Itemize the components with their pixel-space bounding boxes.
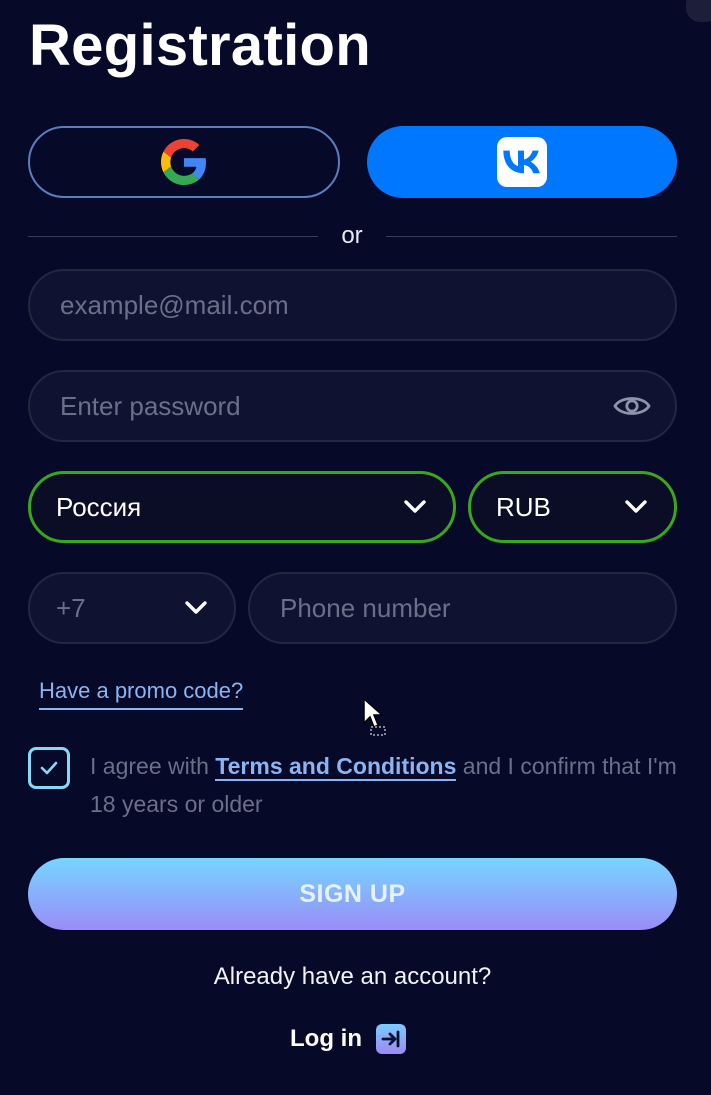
terms-agreement-text: I agree with Terms and Conditions and I … [90,747,680,823]
password-field[interactable] [60,372,613,440]
phone-number-field[interactable] [280,574,645,642]
login-link[interactable]: Log in [290,1022,406,1056]
mouse-cursor-icon [363,697,386,736]
phone-field-wrapper [248,572,677,644]
chevron-down-icon [625,500,647,513]
eye-icon[interactable] [613,393,651,419]
chevron-down-icon [185,601,207,614]
promo-code-link[interactable]: Have a promo code? [39,676,244,710]
phone-code-value: +7 [56,592,86,623]
divider-line-right [386,236,677,237]
currency-select-value: RUB [496,491,551,522]
page-title: Registration [29,13,371,78]
login-arrow-icon [375,1024,406,1054]
password-field-wrapper [28,370,677,442]
sign-up-button[interactable]: SIGN UP [28,858,677,930]
check-icon [40,761,58,775]
login-prompt: Already have an account? [213,963,492,990]
vk-signin-button[interactable] [367,126,677,198]
divider-line-left [28,236,318,237]
terms-text-before: I agree with [90,753,216,779]
email-field[interactable] [60,271,645,339]
divider-or: or [341,222,363,249]
google-logo-icon [161,139,207,185]
currency-select[interactable]: RUB [468,471,677,543]
login-label: Log in [290,1025,362,1052]
country-select-value: Россия [56,491,142,522]
terms-checkbox[interactable] [28,747,70,789]
corner-close-tab[interactable] [686,0,711,22]
phone-code-select[interactable]: +7 [28,572,236,644]
terms-link[interactable]: Terms and Conditions [215,753,457,781]
email-field-wrapper [28,269,677,341]
country-select[interactable]: Россия [28,471,456,543]
vk-logo-icon [497,137,547,187]
chevron-down-icon [404,500,426,513]
google-signin-button[interactable] [28,126,340,198]
